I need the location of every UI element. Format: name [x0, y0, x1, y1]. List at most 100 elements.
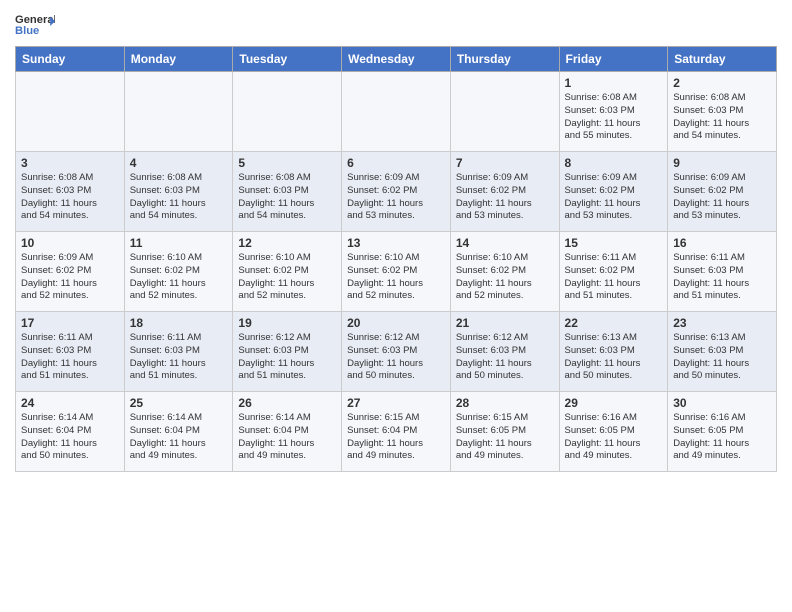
day-cell-11: 11Sunrise: 6:10 AM Sunset: 6:02 PM Dayli… [124, 232, 233, 312]
day-info-24: Sunrise: 6:14 AM Sunset: 6:04 PM Dayligh… [21, 412, 119, 463]
day-number-23: 23 [673, 316, 771, 330]
day-number-20: 20 [347, 316, 445, 330]
day-info-30: Sunrise: 6:16 AM Sunset: 6:05 PM Dayligh… [673, 412, 771, 463]
weekday-tuesday: Tuesday [233, 47, 342, 72]
day-number-8: 8 [565, 156, 663, 170]
day-number-26: 26 [238, 396, 336, 410]
day-info-4: Sunrise: 6:08 AM Sunset: 6:03 PM Dayligh… [130, 172, 228, 223]
week-row-2: 3 Sunrise: 6:08 AM Sunset: 6:03 PM Daylig… [16, 152, 777, 232]
day-number-16: 16 [673, 236, 771, 250]
day-number-22: 22 [565, 316, 663, 330]
day-number-12: 12 [238, 236, 336, 250]
day-cell-6: 6 Sunrise: 6:09 AM Sunset: 6:02 PM Daylig… [342, 152, 451, 232]
day-cell-10: 10 Sunrise: 6:09 AM Sunset: 6:02 PM Dayli… [16, 232, 125, 312]
day-number-30: 30 [673, 396, 771, 410]
day-number-17: 17 [21, 316, 119, 330]
day-info-14: Sunrise: 6:10 AM Sunset: 6:02 PM Dayligh… [456, 252, 554, 303]
day-info-7: Sunrise: 6:09 AM Sunset: 6:02 PM Dayligh… [456, 172, 554, 223]
day-number-15: 15 [565, 236, 663, 250]
day-number-7: 7 [456, 156, 554, 170]
day-number-11: 11 [130, 236, 228, 250]
empty-cell [16, 72, 125, 152]
weekday-monday: Monday [124, 47, 233, 72]
day-number-2: 2 [673, 76, 771, 90]
day-number-10: 10 [21, 236, 119, 250]
day-info-5: Sunrise: 6:08 AM Sunset: 6:03 PM Dayligh… [238, 172, 336, 223]
day-cell-4: 4 Sunrise: 6:08 AM Sunset: 6:03 PM Daylig… [124, 152, 233, 232]
day-number-21: 21 [456, 316, 554, 330]
day-cell-30: 30 Sunrise: 6:16 AM Sunset: 6:05 PM Dayli… [668, 392, 777, 472]
day-info-16: Sunrise: 6:11 AM Sunset: 6:03 PM Dayligh… [673, 252, 771, 303]
day-info-26: Sunrise: 6:14 AM Sunset: 6:04 PM Dayligh… [238, 412, 336, 463]
day-number-18: 18 [130, 316, 228, 330]
day-cell-22: 22 Sunrise: 6:13 AM Sunset: 6:03 PM Dayli… [559, 312, 668, 392]
day-info-10: Sunrise: 6:09 AM Sunset: 6:02 PM Dayligh… [21, 252, 119, 303]
day-cell-29: 29Sunrise: 6:16 AM Sunset: 6:05 PM Dayli… [559, 392, 668, 472]
day-cell-8: 8 Sunrise: 6:09 AM Sunset: 6:02 PM Daylig… [559, 152, 668, 232]
day-number-29: 29 [565, 396, 663, 410]
weekday-friday: Friday [559, 47, 668, 72]
day-number-9: 9 [673, 156, 771, 170]
day-number-27: 27 [347, 396, 445, 410]
day-info-21: Sunrise: 6:12 AM Sunset: 6:03 PM Dayligh… [456, 332, 554, 383]
day-cell-24: 24 Sunrise: 6:14 AM Sunset: 6:04 PM Dayli… [16, 392, 125, 472]
weekday-thursday: Thursday [450, 47, 559, 72]
day-cell-16: 16 Sunrise: 6:11 AM Sunset: 6:03 PM Dayli… [668, 232, 777, 312]
day-info-15: Sunrise: 6:11 AM Sunset: 6:02 PM Dayligh… [565, 252, 663, 303]
empty-cell [124, 72, 233, 152]
empty-cell [450, 72, 559, 152]
logo-icon: General Blue [15, 10, 55, 38]
day-cell-13: 13Sunrise: 6:10 AM Sunset: 6:02 PM Dayli… [342, 232, 451, 312]
day-cell-3: 3 Sunrise: 6:08 AM Sunset: 6:03 PM Daylig… [16, 152, 125, 232]
day-cell-21: 21 Sunrise: 6:12 AM Sunset: 6:03 PM Dayli… [450, 312, 559, 392]
day-number-5: 5 [238, 156, 336, 170]
weekday-header-row: SundayMondayTuesdayWednesdayThursdayFrid… [16, 47, 777, 72]
day-info-9: Sunrise: 6:09 AM Sunset: 6:02 PM Dayligh… [673, 172, 771, 223]
weekday-sunday: Sunday [16, 47, 125, 72]
day-cell-19: 19 Sunrise: 6:12 AM Sunset: 6:03 PM Dayli… [233, 312, 342, 392]
day-info-28: Sunrise: 6:15 AM Sunset: 6:05 PM Dayligh… [456, 412, 554, 463]
empty-cell [342, 72, 451, 152]
day-number-25: 25 [130, 396, 228, 410]
day-info-6: Sunrise: 6:09 AM Sunset: 6:02 PM Dayligh… [347, 172, 445, 223]
day-number-24: 24 [21, 396, 119, 410]
day-cell-15: 15 Sunrise: 6:11 AM Sunset: 6:02 PM Dayli… [559, 232, 668, 312]
day-info-2: Sunrise: 6:08 AM Sunset: 6:03 PM Dayligh… [673, 92, 771, 143]
day-number-1: 1 [565, 76, 663, 90]
week-row-4: 17 Sunrise: 6:11 AM Sunset: 6:03 PM Dayli… [16, 312, 777, 392]
day-cell-27: 27Sunrise: 6:15 AM Sunset: 6:04 PM Dayli… [342, 392, 451, 472]
svg-text:Blue: Blue [15, 25, 39, 37]
day-cell-12: 12 Sunrise: 6:10 AM Sunset: 6:02 PM Dayli… [233, 232, 342, 312]
day-info-25: Sunrise: 6:14 AM Sunset: 6:04 PM Dayligh… [130, 412, 228, 463]
day-cell-18: 18Sunrise: 6:11 AM Sunset: 6:03 PM Dayli… [124, 312, 233, 392]
day-cell-26: 26 Sunrise: 6:14 AM Sunset: 6:04 PM Dayli… [233, 392, 342, 472]
day-cell-17: 17 Sunrise: 6:11 AM Sunset: 6:03 PM Dayli… [16, 312, 125, 392]
weekday-saturday: Saturday [668, 47, 777, 72]
day-cell-7: 7 Sunrise: 6:09 AM Sunset: 6:02 PM Daylig… [450, 152, 559, 232]
day-number-19: 19 [238, 316, 336, 330]
calendar-table: SundayMondayTuesdayWednesdayThursdayFrid… [15, 46, 777, 472]
day-info-13: Sunrise: 6:10 AM Sunset: 6:02 PM Dayligh… [347, 252, 445, 303]
week-row-5: 24 Sunrise: 6:14 AM Sunset: 6:04 PM Dayli… [16, 392, 777, 472]
day-cell-14: 14 Sunrise: 6:10 AM Sunset: 6:02 PM Dayli… [450, 232, 559, 312]
day-info-23: Sunrise: 6:13 AM Sunset: 6:03 PM Dayligh… [673, 332, 771, 383]
day-cell-5: 5 Sunrise: 6:08 AM Sunset: 6:03 PM Daylig… [233, 152, 342, 232]
day-number-6: 6 [347, 156, 445, 170]
day-cell-1: 1Sunrise: 6:08 AM Sunset: 6:03 PM Daylig… [559, 72, 668, 152]
day-cell-28: 28Sunrise: 6:15 AM Sunset: 6:05 PM Dayli… [450, 392, 559, 472]
week-row-1: 1 Sunrise: 6:08 AM Sunset: 6:03 PM Daylig… [16, 72, 777, 152]
page: General Blue SundayMondayTuesdayWednesda… [0, 0, 792, 482]
day-info-3: Sunrise: 6:08 AM Sunset: 6:03 PM Dayligh… [21, 172, 119, 223]
header: General Blue [15, 10, 777, 38]
day-number-3: 3 [21, 156, 119, 170]
day-info-17: Sunrise: 6:11 AM Sunset: 6:03 PM Dayligh… [21, 332, 119, 383]
day-info-12: Sunrise: 6:10 AM Sunset: 6:02 PM Dayligh… [238, 252, 336, 303]
day-number-14: 14 [456, 236, 554, 250]
week-row-3: 10 Sunrise: 6:09 AM Sunset: 6:02 PM Dayli… [16, 232, 777, 312]
logo: General Blue [15, 10, 55, 38]
day-info-22: Sunrise: 6:13 AM Sunset: 6:03 PM Dayligh… [565, 332, 663, 383]
day-cell-25: 25 Sunrise: 6:14 AM Sunset: 6:04 PM Dayli… [124, 392, 233, 472]
day-info-19: Sunrise: 6:12 AM Sunset: 6:03 PM Dayligh… [238, 332, 336, 383]
day-number-4: 4 [130, 156, 228, 170]
day-info-8: Sunrise: 6:09 AM Sunset: 6:02 PM Dayligh… [565, 172, 663, 223]
